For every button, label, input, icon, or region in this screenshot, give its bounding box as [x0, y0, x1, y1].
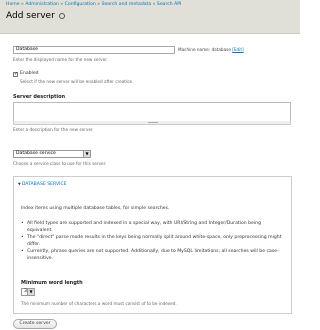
- page-header: Home » Administration » Configuration » …: [0, 0, 300, 34]
- service-class-description: Choose a service class to use for this s…: [13, 161, 107, 166]
- service-class-select[interactable]: Database service ▼: [13, 150, 91, 158]
- server-description-textarea[interactable]: [13, 102, 291, 122]
- breadcrumb-administration[interactable]: Administration: [25, 2, 59, 7]
- breadcrumb-search-metadata[interactable]: Search and metadata: [102, 2, 152, 7]
- server-name-description: Enter the displayed name for the new ser…: [13, 57, 108, 62]
- server-description-label: Server description: [13, 94, 66, 100]
- chevron-down-icon: ▼: [27, 289, 34, 295]
- min-word-length-description: The minimum number of characters a word …: [21, 301, 177, 306]
- machine-name-edit-link[interactable]: [Edit]: [232, 47, 243, 52]
- enabled-description: Select if the new server will be enabled…: [20, 79, 134, 84]
- feature-list: All field types are supported and indexe…: [21, 221, 283, 263]
- list-item: All field types are supported and indexe…: [21, 221, 283, 234]
- title-row: Add server: [6, 11, 65, 21]
- enabled-label: Enabled: [20, 71, 39, 76]
- machine-name-text: Machine name: database: [178, 47, 231, 52]
- service-class-value: Database service: [16, 151, 56, 156]
- database-service-intro: Index items using multiple database tabl…: [21, 206, 170, 211]
- page-title: Add server: [6, 11, 55, 21]
- enabled-checkbox[interactable]: [13, 71, 18, 77]
- breadcrumb-home[interactable]: Home: [6, 2, 20, 7]
- textarea-resize-grip[interactable]: [13, 121, 291, 125]
- min-word-length-select[interactable]: 3 ▼: [21, 288, 35, 296]
- breadcrumb-search-api[interactable]: Search API: [157, 2, 182, 7]
- server-description-help: Enter a description for the new server.: [13, 127, 94, 132]
- database-service-fieldset: Database service Index items using multi…: [13, 176, 292, 314]
- server-name-input[interactable]: Database: [13, 46, 175, 54]
- list-item: Currently, phrase queries are not suppor…: [21, 249, 283, 262]
- gear-icon[interactable]: [58, 13, 65, 19]
- breadcrumb-configuration[interactable]: Configuration: [65, 2, 96, 7]
- breadcrumb: Home » Administration » Configuration » …: [6, 2, 182, 7]
- create-server-button[interactable]: Create server: [13, 319, 57, 329]
- chevron-down-icon: ▼: [83, 151, 90, 157]
- machine-name: Machine name: database [Edit]: [178, 47, 244, 52]
- min-word-length-label: Minimum word length: [21, 280, 83, 286]
- database-service-legend[interactable]: Database service: [18, 182, 67, 187]
- list-item: The "direct" parse mode results in the k…: [21, 235, 283, 248]
